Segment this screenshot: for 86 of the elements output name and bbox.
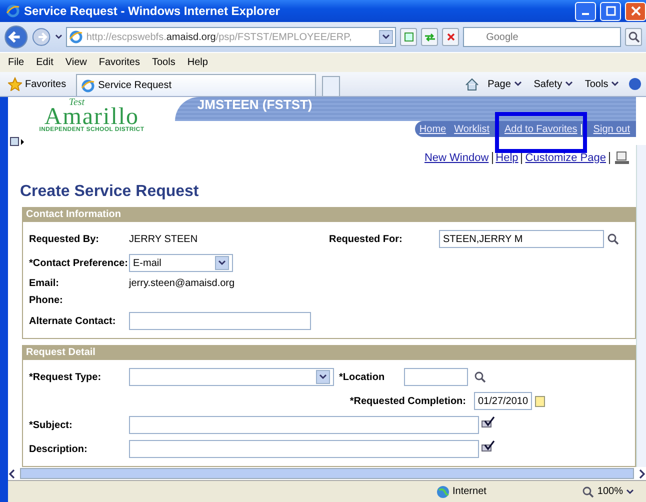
field-label: Phone: [29, 295, 64, 306]
menu-item[interactable]: Favorites [94, 57, 144, 68]
nav-link[interactable]: Sign out [589, 124, 634, 134]
browser-icon [69, 30, 84, 44]
spell-check-icon[interactable] [481, 440, 495, 452]
contact-preference-dropdown[interactable]: E-mail [129, 254, 233, 272]
field-label: *Location [339, 372, 386, 382]
compatibility-button[interactable] [400, 28, 418, 46]
maximize-button[interactable] [600, 2, 621, 20]
close-button[interactable] [625, 2, 646, 20]
home-icon[interactable] [464, 78, 479, 90]
search-icon[interactable] [628, 31, 640, 43]
minimize-button[interactable] [575, 2, 596, 20]
field-label: *Request Type: [29, 372, 102, 382]
alternate-contact-field[interactable] [129, 312, 311, 330]
zoom-icon[interactable] [582, 486, 594, 498]
maximize-icon [606, 6, 616, 16]
browser-icon [81, 78, 96, 92]
close-icon [630, 6, 640, 16]
caret-icon [564, 80, 573, 86]
address-field[interactable]: http://escpswebfs.amaisd.org/psp/FSTST/EMPLOYEE/ERP, [66, 27, 396, 47]
nav-link[interactable]: Worklist [450, 124, 494, 134]
window-title: Service Request - Windows Internet Explorer [24, 4, 281, 18]
favorites-button[interactable]: Favorites [4, 77, 70, 91]
menu-item[interactable]: Help [183, 57, 212, 68]
field-label: *Contact Preference: [29, 258, 129, 268]
spell-check-icon[interactable] [481, 416, 495, 428]
lookup-icon[interactable] [607, 233, 619, 245]
scroll-left-icon[interactable] [8, 468, 16, 478]
menu-item[interactable]: View [61, 57, 91, 68]
description-field[interactable] [129, 440, 479, 458]
vertical-scrollbar[interactable] [636, 145, 646, 467]
caret-icon [382, 34, 390, 40]
field-label: *Subject: [29, 420, 74, 430]
browser-icon [6, 4, 20, 18]
field-label: Alternate Contact: [29, 316, 117, 326]
toolbar-menu[interactable]: Tools [582, 78, 622, 90]
caret-icon [319, 374, 327, 380]
browser-tab[interactable]: Service Request [76, 74, 316, 96]
field-label: Description: [29, 444, 88, 454]
pagelet-toggle-icon[interactable] [10, 137, 24, 147]
field-value: jerry.steen@amaisd.org [129, 278, 236, 289]
page-title: Create Service Request [20, 183, 200, 201]
menu-item[interactable]: Tools [148, 57, 180, 68]
caret-icon [218, 260, 226, 266]
lookup-icon[interactable] [474, 371, 486, 383]
horizontal-scrollbar[interactable] [20, 468, 634, 479]
section-title: Contact Information [23, 207, 635, 222]
nav-link[interactable]: Home [415, 124, 450, 134]
back-icon[interactable] [4, 24, 28, 50]
field-label: Requested For: [329, 234, 404, 244]
page-link[interactable]: Customize Page [522, 152, 610, 164]
refresh-icon [424, 32, 436, 42]
calendar-icon[interactable] [535, 396, 545, 406]
date-field[interactable]: 01/27/2010 [474, 392, 532, 410]
page-link[interactable]: New Window [421, 152, 493, 164]
field-label: Requested By: [29, 234, 100, 244]
refresh-button[interactable] [421, 28, 438, 46]
star-icon [8, 77, 22, 91]
field-value: JERRY STEEN [129, 234, 199, 244]
section-title: Request Detail [23, 345, 635, 360]
stop-icon [446, 32, 456, 42]
zone-indicator: Internet [436, 484, 486, 498]
stop-button[interactable] [442, 28, 460, 46]
scroll-right-icon[interactable] [638, 468, 646, 478]
toolbar-menu[interactable]: Page [484, 78, 525, 90]
zoom-button[interactable]: 100% [582, 486, 634, 498]
minimize-icon [582, 13, 589, 15]
subject-field[interactable] [129, 416, 479, 434]
search-field[interactable]: Google [463, 27, 622, 47]
caret-icon [626, 488, 634, 494]
menu-item[interactable]: Edit [32, 57, 58, 68]
toolbar-menu[interactable]: Safety [530, 78, 576, 90]
field-label: Email: [29, 278, 60, 289]
page-link[interactable]: Help [492, 152, 522, 164]
field-label: *Requested Completion: [350, 396, 466, 406]
user-banner: JMSTEEN (FSTST) [175, 97, 636, 121]
location-field[interactable] [404, 368, 468, 386]
search-button[interactable] [625, 28, 642, 46]
forward-icon[interactable] [32, 27, 51, 47]
caret-icon [54, 34, 62, 40]
page-icon [404, 32, 414, 42]
caret-icon [611, 80, 619, 86]
menu-item[interactable]: File [4, 57, 28, 68]
requested-for-field[interactable]: STEEN,JERRY M [439, 230, 604, 248]
caret-icon [514, 80, 522, 86]
